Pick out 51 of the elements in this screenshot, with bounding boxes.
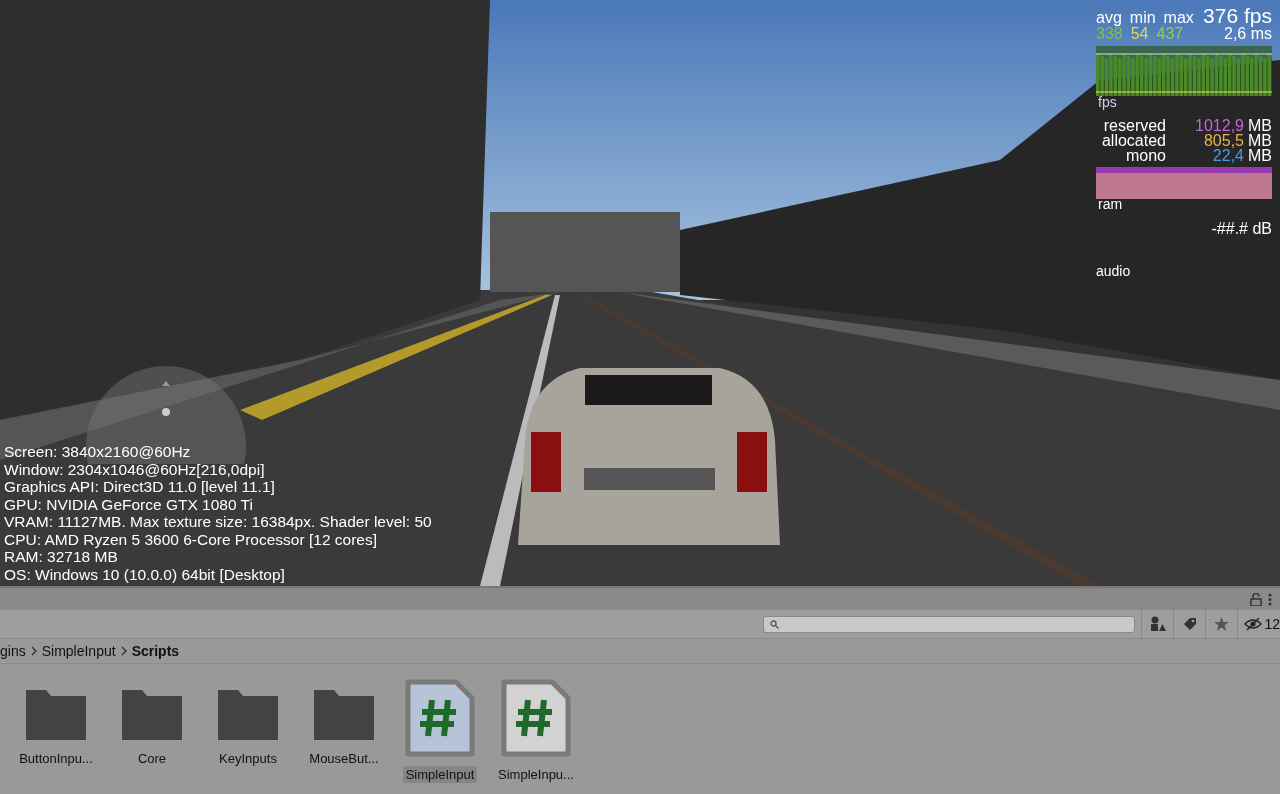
system-info-line: CPU: AMD Ryzen 5 3600 6-Core Processor [12 cores]	[4, 530, 378, 548]
memory-label: reserved	[1102, 118, 1166, 133]
audio-level: -##.# dB	[1210, 221, 1272, 237]
asset-name[interactable]: SimpleInpu...	[495, 766, 577, 783]
tag-icon	[1182, 617, 1197, 631]
stat-header: max	[1163, 10, 1194, 26]
system-info-line: VRAM: 11127MB. Max texture size: 16384px. Shader level: 50	[4, 513, 432, 531]
system-info-line: GPU: NVIDIA GeForce GTX 1080 Ti	[4, 495, 254, 513]
system-info-line: Screen: 3840x2160@60Hz	[4, 443, 192, 461]
memory-value: 22,4	[1212, 148, 1244, 163]
memory-unit: MB	[1248, 133, 1272, 148]
asset-name[interactable]: ButtonInpu...	[16, 750, 96, 767]
asset-name[interactable]: Core	[134, 750, 170, 767]
memory-value: 1012,9	[1194, 118, 1244, 133]
lock-icon[interactable]	[1250, 592, 1262, 606]
graph-label: ram	[1098, 196, 1123, 212]
graph-label: fps	[1098, 94, 1117, 110]
stat-value: 54	[1130, 26, 1149, 42]
hidden-packages-toggle[interactable]: 12	[1237, 610, 1280, 638]
frame-time: 2,6 ms	[1224, 26, 1272, 42]
menu-icon[interactable]	[1268, 592, 1272, 606]
search-icon	[770, 619, 780, 629]
stat-value: 338	[1096, 26, 1123, 42]
search-field[interactable]	[763, 615, 1136, 633]
graph-label: audio	[1096, 263, 1132, 279]
memory-label: allocated	[1100, 133, 1166, 148]
script-file-icon[interactable]	[500, 678, 572, 758]
breadcrumb-link[interactable]: gins	[0, 643, 26, 659]
asset-name[interactable]: SimpleInput	[402, 766, 478, 783]
system-info-line: RAM: 32718 MB	[4, 548, 119, 566]
asset-name[interactable]: KeyInputs	[216, 750, 280, 767]
memory-value: 805,5	[1203, 133, 1244, 148]
hidden-count: 12	[1264, 616, 1280, 632]
script-file-icon[interactable]	[404, 678, 476, 758]
asset-name[interactable]: MouseBut...	[306, 750, 382, 767]
chevron-right-icon	[29, 646, 38, 656]
breadcrumb-link[interactable]: SimpleInput	[41, 643, 116, 659]
star-icon	[1214, 617, 1230, 631]
memory-label: mono	[1124, 148, 1166, 163]
shapes-icon	[1149, 616, 1166, 632]
breadcrumb-link[interactable]: Scripts	[131, 643, 180, 659]
stat-header: min	[1129, 10, 1156, 26]
memory-unit: MB	[1248, 148, 1272, 163]
eye-slash-icon	[1244, 617, 1263, 631]
system-info-line: Graphics API: Direct3D 11.0 [level 11.1]	[4, 478, 276, 496]
system-info-line: Window: 2304x1046@60Hz[216,0dpi]	[4, 460, 266, 478]
system-info-line: OS: Windows 10 (10.0.0) 64bit [Desktop]	[4, 565, 286, 583]
stat-value: 437	[1156, 26, 1184, 42]
memory-unit: MB	[1248, 118, 1272, 133]
chevron-right-icon	[119, 646, 128, 656]
stat-header: avg	[1096, 10, 1122, 26]
